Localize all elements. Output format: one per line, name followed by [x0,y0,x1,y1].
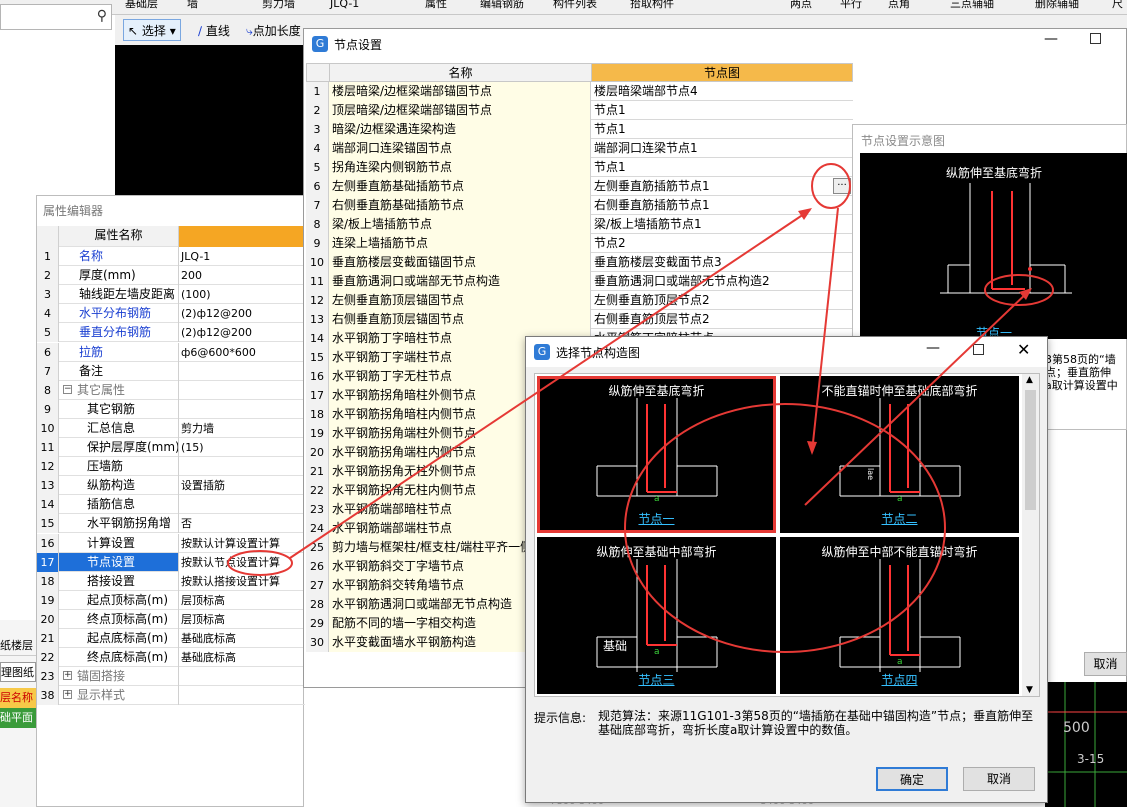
annotation-overlay [227,163,1054,653]
